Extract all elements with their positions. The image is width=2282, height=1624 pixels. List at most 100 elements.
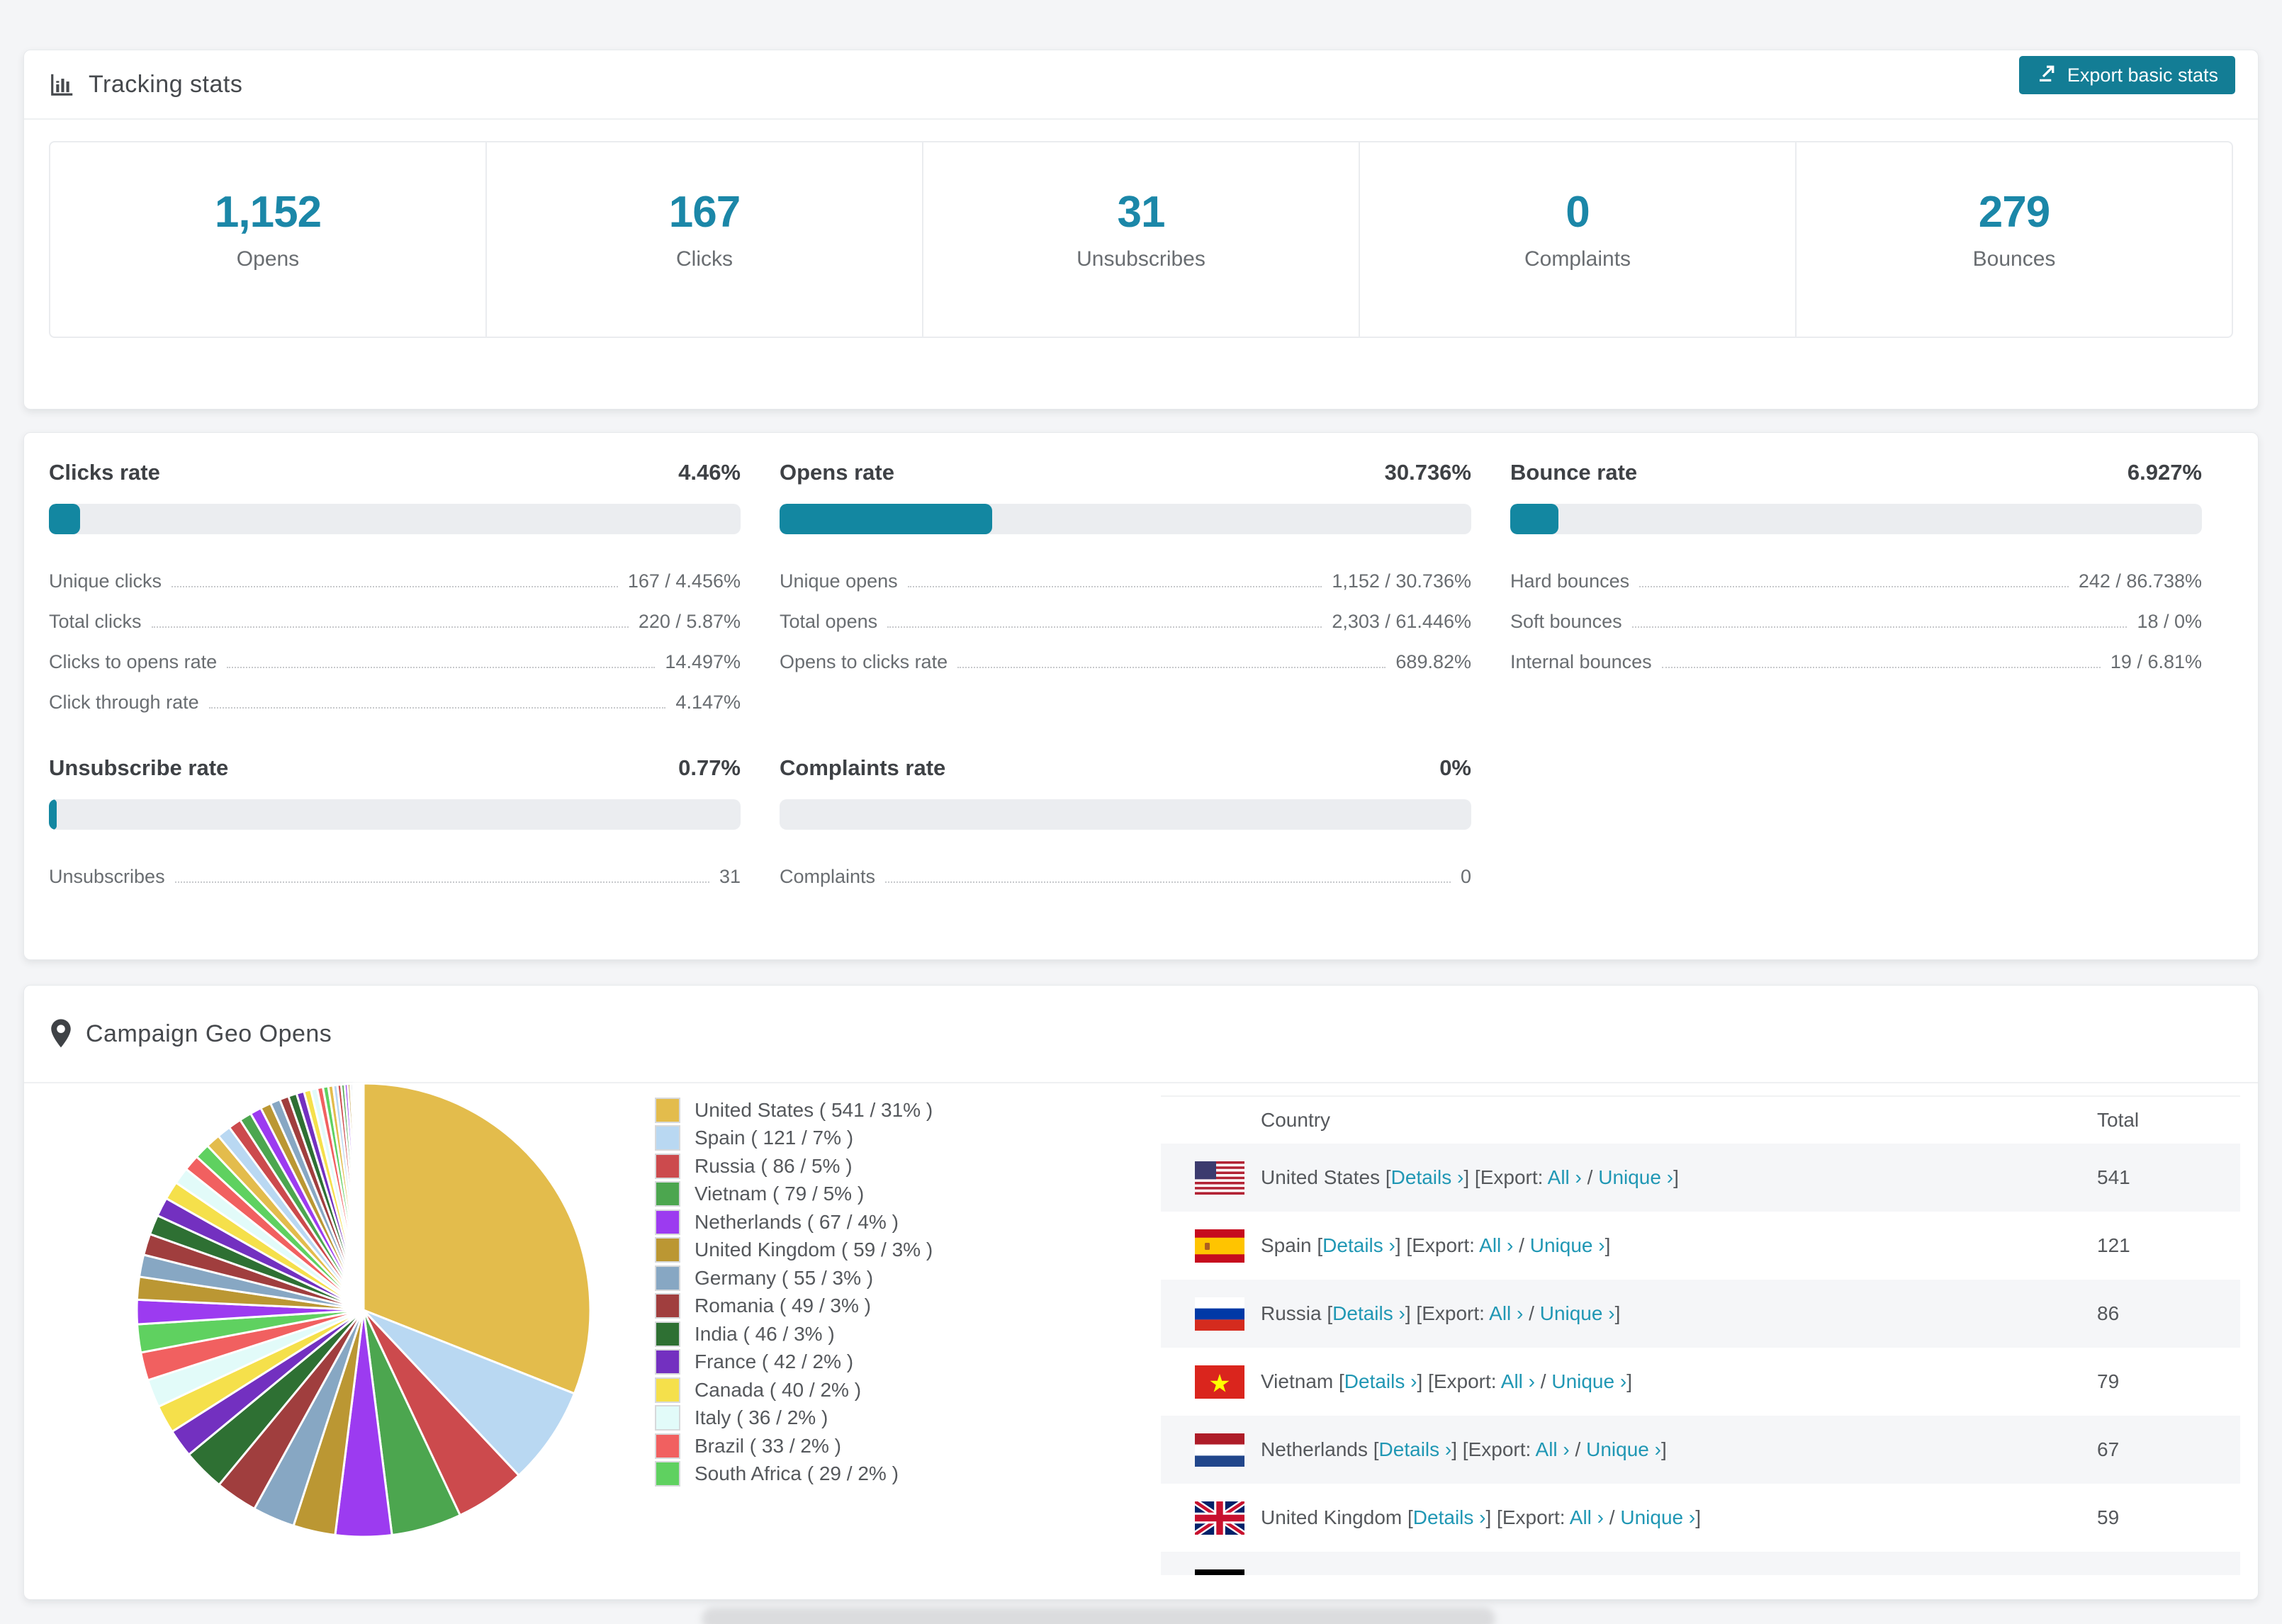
export-all-link[interactable]: All › [1501,1370,1535,1392]
details-link[interactable]: Details › [1322,1234,1395,1256]
column-header-total: Total [2097,1109,2140,1131]
export-all-link[interactable]: All › [1548,1166,1582,1188]
details-link[interactable]: Details › [1391,1166,1464,1188]
stat-value: 167 [668,188,741,237]
rate-progress-track [49,799,741,830]
rate-detail-row: Total opens 2,303 / 61.446% [780,602,1471,642]
rate-detail-row: Clicks to opens rate 14.497% [49,642,741,682]
summary-stats-row: 1,152 Opens 167 Clicks 31 Unsubscribes 0 Compla… [49,141,2233,338]
total-cell: 67 [2097,1438,2120,1460]
rate-headline-value: 0.77% [678,755,741,780]
rate-row-value: 19 / 6.81% [2110,651,2202,672]
export-unique-link[interactable]: Unique › [1551,1370,1626,1392]
rate-detail-row: Complaints 0 [780,857,1471,897]
export-unique-link[interactable]: Unique › [1620,1506,1695,1528]
legend-label: Romania ( 49 / 3% ) [695,1295,871,1317]
export-basic-stats-button[interactable]: Export basic stats [2018,56,2235,94]
rate-progress-fill [49,799,57,830]
export-unique-link[interactable]: Unique › [1540,1302,1615,1324]
legend-label: Vietnam ( 79 / 5% ) [695,1183,865,1205]
rate-row-label: Total clicks [49,611,142,632]
details-link[interactable]: Details › [1354,1574,1427,1575]
tracking-stats-title-text: Tracking stats [89,70,243,98]
export-unique-link[interactable]: Unique › [1598,1166,1673,1188]
rate-row-label: Complaints [780,866,876,887]
rate-progress-track [49,504,741,534]
rate-headline-value: 6.927% [2127,460,2202,485]
export-unique-link[interactable]: Unique › [1561,1574,1636,1575]
rate-row-value: 167 / 4.456% [627,570,741,592]
rate-progress-fill [780,504,992,534]
rate-headline-value: 4.46% [678,460,741,485]
legend-label: Italy ( 36 / 2% ) [695,1406,828,1429]
details-link[interactable]: Details › [1344,1370,1417,1392]
tracking-stats-header: Tracking stats Export basic stats [24,50,2258,120]
rate-row-label: Opens to clicks rate [780,651,948,672]
stat-box-complaints: 0 Complaints [1360,142,1797,337]
rates-card: Clicks rate 4.46% Unique clicks 167 / 4.456… [23,432,2259,960]
legend-item-germany: Germany ( 55 / 3% ) [655,1264,933,1292]
ru-flag-icon [1195,1297,1244,1331]
legend-swatch [655,1209,680,1235]
legend-swatch [655,1349,680,1375]
export-all-link[interactable]: All › [1479,1234,1513,1256]
rate-detail-row: Click through rate 4.147% [49,682,741,723]
total-cell: 55 [2097,1574,2240,1575]
rate-row-value: 220 / 5.87% [638,611,741,632]
legend-label: Russia ( 86 / 5% ) [695,1154,853,1177]
legend-label: Germany ( 55 / 3% ) [695,1266,874,1289]
legend-item-netherlands: Netherlands ( 67 / 4% ) [655,1208,933,1236]
export-all-link[interactable]: All › [1489,1302,1523,1324]
rate-progress-track [780,799,1471,830]
legend-label: Canada ( 40 / 2% ) [695,1378,862,1401]
legend-label: South Africa ( 29 / 2% ) [695,1462,899,1485]
column-header-country: Country [1261,1109,1331,1131]
legend-swatch [655,1125,680,1151]
export-all-link[interactable]: All › [1536,1438,1570,1460]
dotted-leader [174,881,709,883]
rate-detail-row: Total clicks 220 / 5.87% [49,602,741,642]
geo-table-row-germany: Germany [Details ›] [Export: All › / Uni… [1161,1552,2240,1575]
dotted-leader [1631,626,2128,628]
rate-progress-fill [1510,504,1558,534]
legend-item-united-kingdom: United Kingdom ( 59 / 3% ) [655,1236,933,1265]
rate-row-value: 18 / 0% [2137,611,2202,632]
details-link[interactable]: Details › [1413,1506,1486,1528]
horizontal-scrollbar-thumb[interactable] [702,1607,1495,1624]
geo-table-body: United States [Details ›] [Export: All ›… [1161,1144,2240,1575]
total-cell: 59 [2097,1506,2120,1528]
dotted-leader [151,626,629,628]
export-all-link[interactable]: All › [1510,1574,1544,1575]
total-cell: 121 [2097,1234,2130,1256]
legend-swatch [655,1461,680,1487]
total-cell: 79 [2097,1370,2120,1392]
stat-label: Bounces [1972,247,2056,271]
geo-table-header: Country Total [1161,1097,2240,1144]
legend-swatch [655,1433,680,1459]
export-unique-link[interactable]: Unique › [1586,1438,1661,1460]
legend-swatch [655,1377,680,1403]
rate-row-value: 242 / 86.738% [2078,570,2202,592]
details-link[interactable]: Details › [1332,1302,1405,1324]
geo-table-row-russia: Russia [Details ›] [Export: All › / Uniq… [1161,1280,2240,1348]
rate-title: Unsubscribe rate [49,755,229,780]
export-icon [2036,62,2057,89]
geo-title: Campaign Geo Opens [49,1018,332,1049]
legend-item-united-states: United States ( 541 / 31% ) [655,1096,933,1124]
geo-opens-table: Country Total United States [Details ›] … [1161,1095,2240,1575]
rate-panel-opens-rate: Opens rate 30.736% Unique opens 1,152 / 30.… [780,460,1471,682]
dotted-leader [208,706,666,709]
country-cell: United Kingdom [Details ›] [Export: All … [1261,1506,1701,1528]
rate-row-value: 31 [719,866,741,887]
rate-title: Bounce rate [1510,460,1638,485]
rate-row-label: Unique opens [780,570,898,592]
rate-row-value: 4.147% [675,692,741,713]
rate-row-label: Click through rate [49,692,199,713]
export-unique-link[interactable]: Unique › [1530,1234,1605,1256]
stat-value: 279 [1978,188,2050,237]
dotted-leader [227,666,656,668]
details-link[interactable]: Details › [1379,1438,1452,1460]
export-all-link[interactable]: All › [1570,1506,1604,1528]
rate-progress-track [780,504,1471,534]
legend-swatch [655,1321,680,1347]
